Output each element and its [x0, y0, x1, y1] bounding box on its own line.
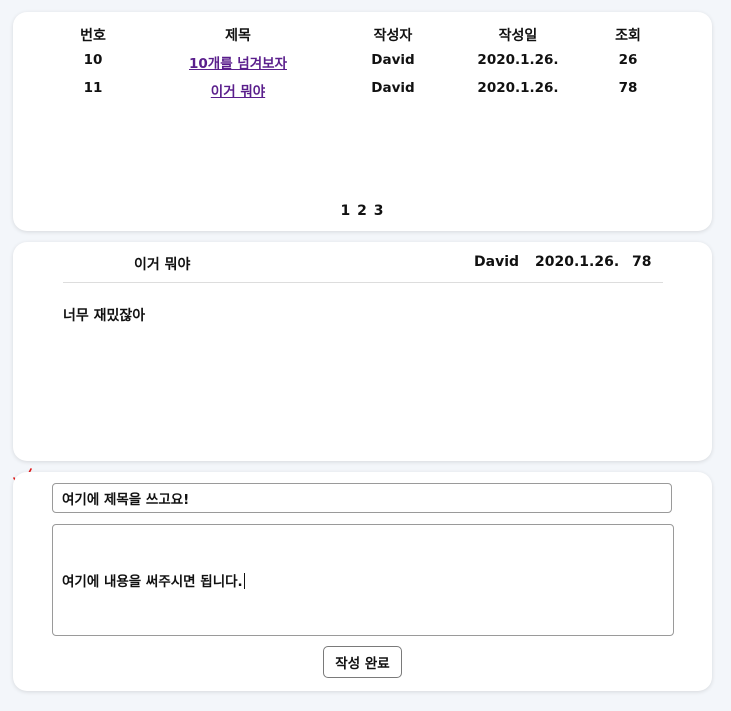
- detail-divider: [63, 282, 663, 283]
- submit-button[interactable]: 작성 완료: [323, 646, 402, 678]
- post-write-card: 여기에 내용을 써주시면 됩니다. 작성 완료: [13, 472, 712, 691]
- detail-title: 이거 뭐야: [134, 257, 191, 273]
- row-1-date: 2020.1.26.: [477, 52, 559, 68]
- detail-author: David: [474, 254, 520, 270]
- row-1-no: 10: [83, 52, 103, 68]
- header-author: 작성자: [373, 28, 413, 44]
- row-2-views: 78: [618, 80, 638, 96]
- pagination[interactable]: 1 2 3: [13, 203, 712, 219]
- post-detail-card: 이거 뭐야 David 2020.1.26. 78 너무 재밌잖아: [13, 242, 712, 461]
- content-text: 여기에 내용을 써주시면 됩니다.: [62, 570, 245, 590]
- row-1-author: David: [371, 52, 415, 68]
- content-textarea[interactable]: 여기에 내용을 써주시면 됩니다.: [52, 524, 674, 636]
- detail-views: 78: [632, 254, 652, 270]
- header-title: 제목: [225, 28, 251, 44]
- row-2-no: 11: [83, 80, 103, 96]
- title-input[interactable]: [52, 483, 672, 513]
- detail-date: 2020.1.26.: [535, 254, 620, 270]
- row-2-author: David: [371, 80, 415, 96]
- header-views: 조회: [615, 28, 641, 44]
- row-1-title-cell: 10개를 넘겨보자: [163, 52, 313, 72]
- header-date: 작성일: [498, 28, 538, 44]
- detail-content: 너무 재밌잖아: [63, 308, 146, 324]
- row-2-title-cell: 이거 뭐야: [163, 80, 313, 100]
- text-caret: [243, 573, 245, 589]
- row-2-title-link[interactable]: 이거 뭐야: [211, 84, 265, 100]
- row-1-views: 26: [618, 52, 638, 68]
- header-no: 번호: [80, 28, 106, 44]
- row-2-date: 2020.1.26.: [477, 80, 559, 96]
- post-list-card: 번호 제목 작성자 작성일 조회 10 10개를 넘겨보자 David 2020…: [13, 12, 712, 231]
- content-value: 여기에 내용을 써주시면 됩니다.: [62, 574, 243, 590]
- row-1-title-link[interactable]: 10개를 넘겨보자: [189, 56, 287, 72]
